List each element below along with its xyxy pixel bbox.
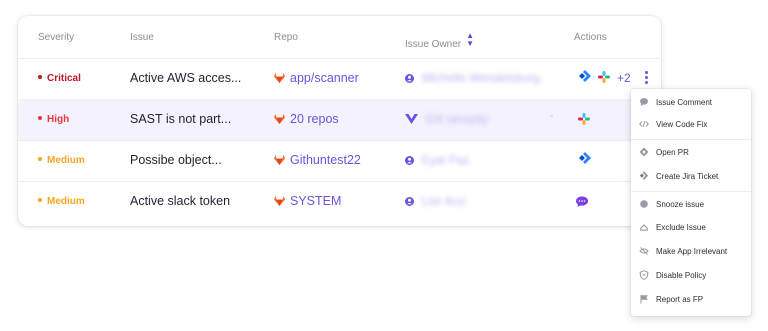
menu-item-disable-policy[interactable]: Disable Policy (631, 266, 751, 286)
jira-icon[interactable] (578, 70, 592, 83)
gitlab-icon (274, 73, 285, 83)
severity-label: Medium (47, 155, 85, 166)
owner-name: Eyal Paz (422, 153, 470, 167)
menu-item-label: Open PR (656, 148, 689, 157)
slack-icon[interactable] (578, 113, 590, 125)
severity-label: High (47, 114, 70, 125)
user-icon (405, 156, 414, 165)
jira-icon (639, 171, 649, 180)
repo-name: app/scanner (290, 71, 359, 85)
comment-icon[interactable] (576, 196, 588, 207)
issue-name[interactable]: Active slack token (130, 194, 230, 208)
repo-link[interactable]: Githuntest22 (274, 153, 361, 167)
menu-item-issue-comment[interactable]: Issue Comment (631, 93, 751, 113)
eye-off-icon (639, 247, 649, 255)
severity-label: Medium (47, 196, 85, 207)
issue-owner[interactable]: Michelle Wendelsburg (405, 71, 540, 85)
exclude-icon (639, 224, 649, 231)
menu-item-open-pr[interactable]: Open PR (631, 143, 751, 163)
owner-column-label: Issue Owner (405, 39, 462, 50)
severity-badge: Medium (38, 155, 85, 166)
owner-column-header[interactable]: Issue Owner ▲ ▼ (405, 32, 474, 51)
actions-column-header: Actions (574, 32, 607, 43)
actions-dropdown-menu: Issue Comment View Code Fix Open PR Crea… (631, 89, 751, 316)
more-actions-count[interactable]: +2 (617, 71, 631, 85)
menu-item-label: View Code Fix (656, 120, 708, 129)
issues-table: Severity Issue Repo Issue Owner ▲ ▼ Action… (18, 16, 661, 226)
severity-dot-icon (38, 157, 42, 161)
severity-badge: Medium (38, 196, 85, 207)
severity-dot-icon (38, 116, 42, 120)
menu-item-label: Disable Policy (656, 271, 707, 280)
table-header: Severity Issue Repo Issue Owner ▲ ▼ Action… (18, 16, 661, 59)
repo-name: 20 repos (290, 112, 339, 126)
repo-link[interactable]: 20 repos (274, 112, 339, 126)
severity-label: Critical (47, 73, 81, 84)
table-row[interactable]: Critical Active AWS acces... app/scanner… (18, 58, 661, 100)
pull-request-icon (639, 147, 649, 157)
severity-badge: High (38, 114, 69, 125)
snooze-icon (640, 200, 648, 208)
issue-column-header: Issue (130, 32, 154, 43)
severity-column-header: Severity (38, 32, 75, 43)
repo-name: Githuntest22 (290, 153, 361, 167)
user-icon (405, 74, 414, 83)
code-icon (639, 120, 649, 128)
menu-item-label: Snooze issue (656, 200, 705, 209)
jira-icon[interactable] (578, 152, 592, 165)
menu-divider (631, 139, 751, 140)
menu-item-label: Create Jira Ticket (656, 172, 719, 181)
menu-item-label: Report as FP (656, 295, 704, 304)
table-row[interactable]: High SAST is not part... 20 repos OX sec… (18, 99, 661, 141)
severity-dot-icon (38, 75, 42, 79)
comment-icon (640, 98, 648, 106)
slack-icon[interactable] (598, 71, 610, 83)
issue-name[interactable]: Active AWS acces... (130, 71, 241, 85)
gitlab-icon (274, 114, 285, 124)
gitlab-icon (274, 196, 285, 206)
menu-item-create-jira-ticket[interactable]: Create Jira Ticket (631, 167, 751, 187)
menu-item-label: Issue Comment (656, 98, 713, 107)
repo-link[interactable]: app/scanner (274, 71, 359, 85)
kebab-menu-icon[interactable] (645, 71, 648, 86)
menu-item-report-as-fp[interactable]: Report as FP (631, 290, 751, 310)
issue-owner[interactable]: Lior Arzi (405, 194, 465, 208)
issue-owner[interactable]: OX security (405, 112, 488, 126)
repo-name: SYSTEM (290, 194, 342, 208)
menu-item-make-app-irrelevant[interactable]: Make App Irrelevant (631, 242, 751, 262)
menu-item-exclude-issue[interactable]: Exclude Issue (631, 218, 751, 238)
issue-name[interactable]: Possibe object... (130, 153, 222, 167)
repo-link[interactable]: SYSTEM (274, 194, 341, 208)
table-row[interactable]: Medium Active slack token SYSTEM Lior Ar… (18, 181, 661, 222)
issue-owner[interactable]: Eyal Paz (405, 153, 469, 167)
flag-icon (640, 295, 648, 304)
gitlab-icon (274, 155, 285, 165)
owner-name: Lior Arzi (422, 194, 466, 208)
menu-item-label: Exclude Issue (656, 223, 706, 232)
sort-icon[interactable]: ▲ ▼ (466, 32, 474, 48)
team-icon (405, 114, 418, 124)
owner-name: Michelle Wendelsburg (422, 71, 540, 85)
divider: - (550, 111, 554, 122)
severity-badge: Critical (38, 73, 81, 84)
severity-dot-icon (38, 198, 42, 202)
menu-divider (631, 191, 751, 192)
table-row[interactable]: Medium Possibe object... Githuntest22 Ey… (18, 140, 661, 182)
repo-column-header: Repo (274, 32, 298, 43)
issue-name[interactable]: SAST is not part... (130, 112, 231, 126)
shield-off-icon (639, 270, 649, 280)
menu-item-snooze-issue[interactable]: Snooze issue (631, 195, 751, 215)
user-icon (405, 197, 414, 206)
menu-item-label: Make App Irrelevant (656, 247, 728, 256)
menu-item-view-code-fix[interactable]: View Code Fix (631, 115, 751, 135)
owner-name: OX security (426, 112, 489, 126)
